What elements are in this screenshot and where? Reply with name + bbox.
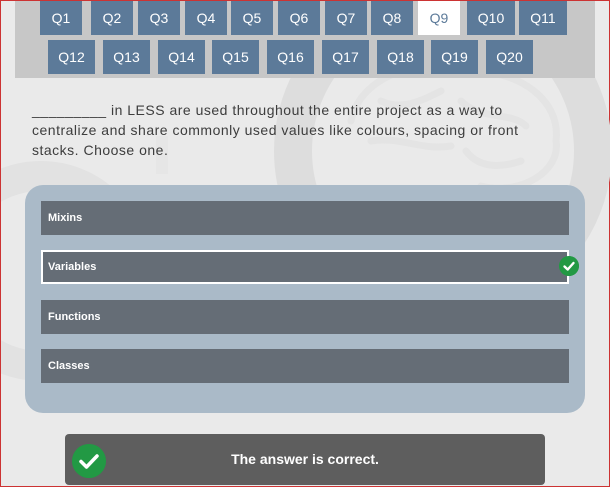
question-nav-button-q9[interactable]: Q9 <box>418 1 460 35</box>
question-nav-button-q20[interactable]: Q20 <box>486 40 533 74</box>
option-label: Functions <box>48 311 101 323</box>
question-navigation: Q1 Q2 Q3 Q4 Q5 Q6 Q7 Q8 Q9 Q10 Q11 Q12 Q13 Q14 Q15 Q16… <box>15 1 595 78</box>
option-classes[interactable]: Classes <box>41 349 569 383</box>
question-nav-button-q1[interactable]: Q1 <box>40 1 82 35</box>
question-nav-button-q17[interactable]: Q17 <box>322 40 369 74</box>
question-nav-button-q2[interactable]: Q2 <box>91 1 133 35</box>
feedback-banner: The answer is correct. <box>65 434 545 485</box>
question-nav-button-q4[interactable]: Q4 <box>185 1 227 35</box>
option-label: Variables <box>48 261 97 273</box>
answers-panel: Mixins Variables Functions Classes <box>25 185 585 413</box>
question-nav-button-q7[interactable]: Q7 <box>325 1 367 35</box>
option-variables[interactable]: Variables <box>41 250 579 284</box>
question-nav-button-q18[interactable]: Q18 <box>377 40 424 74</box>
question-nav-button-q12[interactable]: Q12 <box>48 40 95 74</box>
check-circle-icon <box>559 256 579 276</box>
question-nav-button-q16[interactable]: Q16 <box>267 40 314 74</box>
question-nav-button-q3[interactable]: Q3 <box>138 1 180 35</box>
question-nav-button-q14[interactable]: Q14 <box>158 40 205 74</box>
question-nav-button-q13[interactable]: Q13 <box>103 40 150 74</box>
option-mixins[interactable]: Mixins <box>41 201 569 235</box>
question-nav-button-q8[interactable]: Q8 <box>371 1 413 35</box>
option-label: Mixins <box>48 212 83 224</box>
question-nav-button-q5[interactable]: Q5 <box>231 1 273 35</box>
question-nav-button-q10[interactable]: Q10 <box>467 1 515 35</box>
question-nav-button-q11[interactable]: Q11 <box>519 1 567 35</box>
question-nav-button-q19[interactable]: Q19 <box>431 40 478 74</box>
option-label: Classes <box>48 360 90 372</box>
feedback-text: The answer is correct. <box>231 451 379 467</box>
option-functions[interactable]: Functions <box>41 300 569 334</box>
question-text: _________ in LESS are used throughout th… <box>32 102 519 158</box>
question-nav-button-q6[interactable]: Q6 <box>278 1 320 35</box>
question-nav-button-q15[interactable]: Q15 <box>212 40 259 74</box>
